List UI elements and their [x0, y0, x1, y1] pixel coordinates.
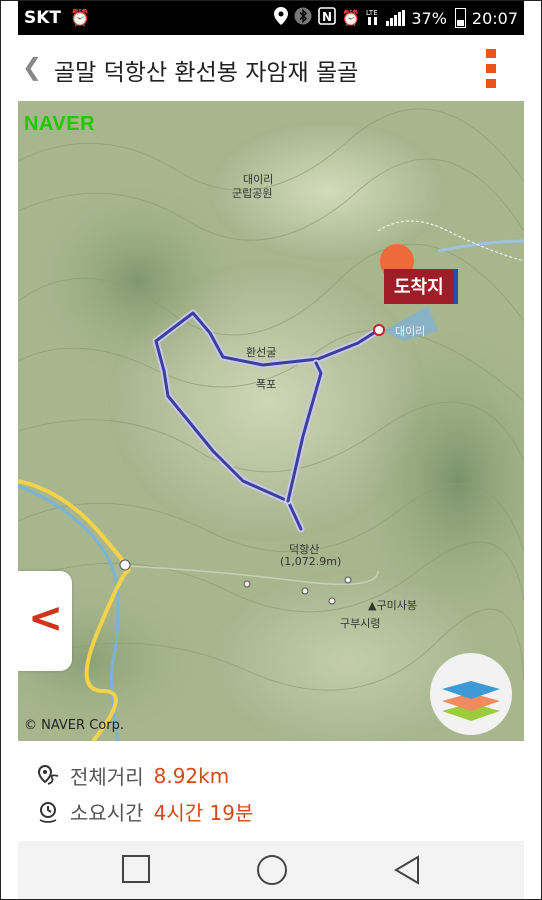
route-distance-icon [36, 764, 60, 788]
lte-icon: LTE [366, 7, 380, 29]
signal-icon [386, 10, 406, 26]
pass-label: 구부시령 [340, 617, 381, 630]
more-vertical-icon[interactable] [486, 49, 496, 89]
side-panel-toggle-button[interactable]: < [18, 571, 72, 671]
time-row: 소요시간 4시간 19분 [36, 797, 253, 826]
chevron-left-icon: < [28, 593, 64, 642]
duration-icon [36, 800, 60, 824]
svg-text:N: N [322, 10, 332, 24]
svg-text:LTE: LTE [366, 9, 378, 17]
back-chevron-icon[interactable]: ❮ [22, 53, 42, 81]
screen-frame: SKT ⏰ N ⏰ LTE 37% 20:07 ❮ 골말 덕항산 환선봉 자암재… [0, 0, 542, 900]
location-icon [273, 7, 288, 29]
map-copyright: © NAVER Corp. [24, 718, 124, 733]
back-icon[interactable] [392, 854, 422, 886]
peak-label: ▲구미사봉 [368, 599, 417, 612]
time-label: 소요시간 [70, 801, 144, 825]
alarm-icon: ⏰ [70, 8, 90, 27]
battery-icon [454, 8, 466, 28]
route-info-panel: 전체거리 8.92km 소요시간 4시간 19분 [18, 741, 524, 841]
map-view[interactable]: NAVER 대이리 군립공원 환선굴 폭포 대이리 덕항산 (1,072.9m)… [18, 101, 524, 741]
layers-button[interactable] [430, 653, 512, 735]
system-nav-bar [18, 841, 524, 899]
layers-icon [442, 681, 500, 721]
status-bar: SKT ⏰ N ⏰ LTE 37% 20:07 [18, 1, 524, 35]
page-title: 골말 덕항산 환선봉 자암재 몰골 [54, 60, 359, 86]
recent-apps-icon[interactable] [122, 855, 150, 883]
distance-label: 전체거리 [70, 765, 144, 789]
carrier-label: SKT [24, 8, 62, 28]
alarm-icon: ⏰ [341, 9, 361, 27]
clock: 20:07 [471, 8, 518, 28]
time-value: 4시간 19분 [153, 801, 254, 825]
destination-marker-label[interactable]: 도착지 [384, 269, 458, 304]
naver-logo: NAVER [24, 113, 96, 135]
bluetooth-icon [294, 7, 312, 29]
distance-value: 8.92km [153, 763, 230, 788]
nfc-icon: N [317, 7, 336, 29]
title-bar: ❮ 골말 덕항산 환선봉 자암재 몰골 [18, 35, 524, 102]
elevation-label: (1,072.9m) [280, 555, 342, 568]
battery-percent: 37% [411, 8, 447, 28]
home-icon[interactable] [257, 855, 287, 885]
phone-screen: SKT ⏰ N ⏰ LTE 37% 20:07 ❮ 골말 덕항산 환선봉 자암재… [18, 1, 524, 899]
village-label: 대이리 [395, 325, 426, 338]
status-icons: N ⏰ LTE 37% 20:07 [273, 7, 518, 29]
waterfall-label: 폭포 [256, 378, 277, 391]
park-label-2: 군립공원 [232, 187, 273, 200]
cave-label: 환선굴 [246, 346, 277, 359]
distance-row: 전체거리 8.92km [36, 761, 229, 790]
